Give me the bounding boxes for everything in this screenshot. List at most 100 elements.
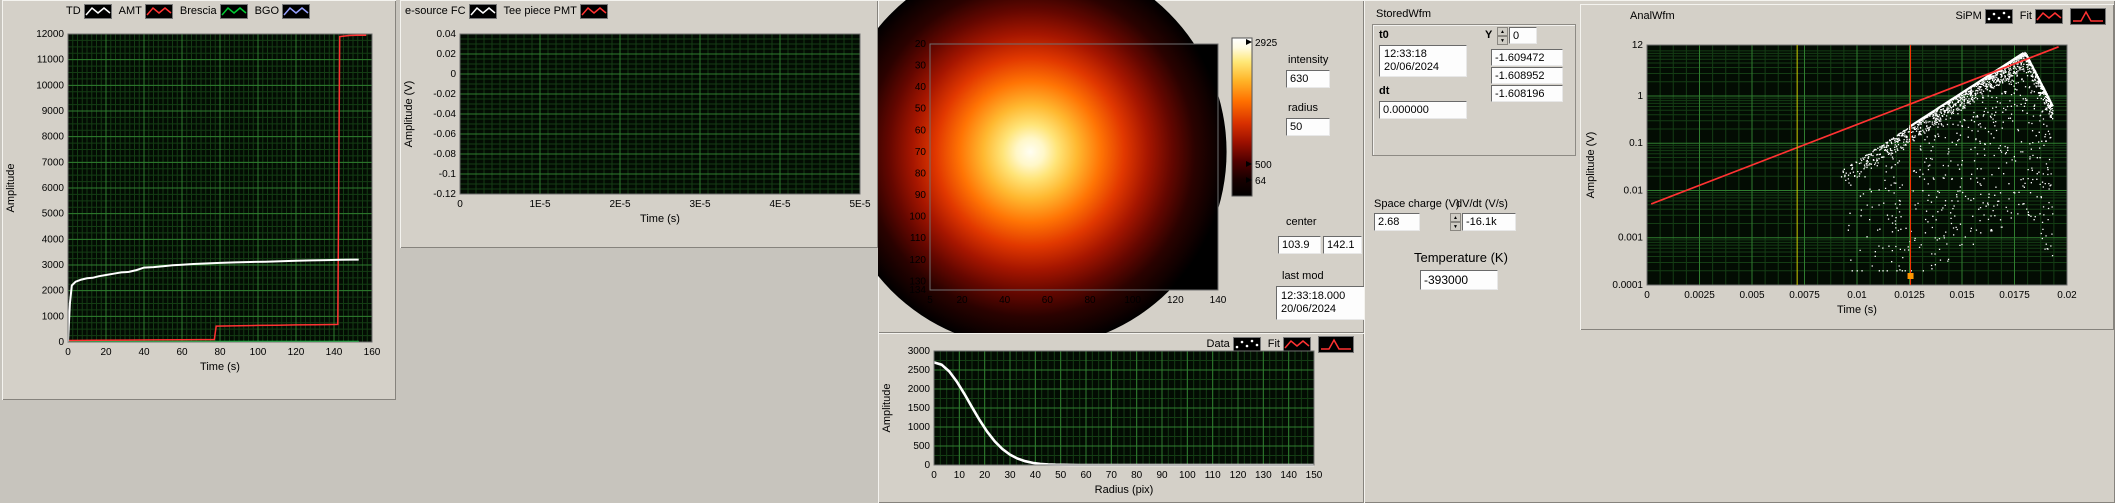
svg-text:4000: 4000: [42, 234, 65, 245]
y-axis-label: Amplitude (V): [403, 81, 415, 148]
legend-item-sipm[interactable]: SiPM: [1955, 8, 2013, 24]
svg-text:0.01: 0.01: [1624, 185, 1644, 196]
line-sample-icon: [282, 3, 311, 19]
legend-label: SiPM: [1955, 10, 1982, 22]
svg-text:0.0175: 0.0175: [1999, 290, 2030, 301]
svg-text:0: 0: [924, 460, 930, 471]
x-axis-label: Time (s): [200, 361, 240, 373]
legend-item-amt[interactable]: AMT: [119, 3, 173, 19]
analwfm-chart[interactable]: 0.0001 0.001 0.01 0.1 1 12 0 0.0025 0.005 0.0075 0…: [1580, 4, 2114, 330]
intensity-input[interactable]: 630: [1286, 70, 1330, 88]
color-scale[interactable]: [1231, 37, 1253, 197]
temperature-input[interactable]: -393000: [1420, 270, 1498, 290]
y-index-input[interactable]: 0: [1509, 27, 1537, 44]
intensity-graph[interactable]: 20304050607080901001101201301345 20 40 60 80…: [878, 0, 1364, 333]
svg-text:90: 90: [1156, 470, 1168, 481]
spinner-down-icon[interactable]: ▼: [1450, 222, 1461, 231]
legend-label: Tee piece PMT: [503, 5, 577, 17]
svg-text:0.01: 0.01: [1847, 290, 1867, 301]
graph-palette-icon[interactable]: [2070, 7, 2106, 25]
svg-text:40: 40: [999, 295, 1011, 306]
svg-text:1: 1: [1637, 91, 1643, 102]
x-axis-label: Time (s): [1837, 304, 1877, 316]
svg-text:20: 20: [956, 295, 968, 306]
center-y-input[interactable]: 142.1: [1323, 236, 1362, 254]
svg-text:0: 0: [58, 337, 64, 348]
pmt-chart-legend: e-source FC Tee piece PMT: [405, 3, 608, 19]
svg-text:80: 80: [915, 168, 927, 179]
legend-item-brescia[interactable]: Brescia: [179, 3, 248, 19]
svg-text:0.1: 0.1: [1629, 138, 1643, 149]
svg-text:140: 140: [326, 347, 343, 358]
svg-text:0.04: 0.04: [437, 29, 457, 40]
svg-text:12000: 12000: [36, 29, 64, 40]
svg-text:40: 40: [915, 82, 927, 93]
svg-text:2E-5: 2E-5: [609, 199, 631, 210]
analwfm-legend: SiPM Fit: [1955, 7, 2106, 25]
svg-text:20: 20: [100, 347, 112, 358]
svg-text:11000: 11000: [37, 55, 65, 66]
legend-item-bgo[interactable]: BGO: [254, 3, 311, 19]
svg-text:80: 80: [1084, 295, 1096, 306]
spinner-up-icon[interactable]: ▲: [1450, 213, 1461, 222]
svg-text:64: 64: [1255, 176, 1267, 187]
svg-text:5E-5: 5E-5: [849, 199, 871, 210]
svg-text:0: 0: [931, 470, 937, 481]
radius-label: radius: [1288, 102, 1318, 114]
svg-text:150: 150: [1306, 470, 1323, 481]
dvdt-spinner[interactable]: ▲ ▼: [1450, 213, 1461, 231]
legend-item-tee-piece-pmt[interactable]: Tee piece PMT: [503, 3, 608, 19]
last-mod-label: last mod: [1282, 270, 1324, 282]
labview-front-panel: TD AMT Brescia BGO 0 1000 2000 3000 4000 5000 600…: [0, 0, 2115, 503]
svg-text:50: 50: [1055, 470, 1067, 481]
legend-item-td[interactable]: TD: [66, 3, 112, 19]
svg-text:0: 0: [65, 347, 71, 358]
svg-text:8000: 8000: [42, 132, 65, 143]
svg-text:0.0075: 0.0075: [1789, 290, 1820, 301]
svg-text:60: 60: [1080, 470, 1092, 481]
legend-item-fit[interactable]: Fit: [2020, 8, 2063, 24]
legend-item-e-source-fc[interactable]: e-source FC: [405, 3, 497, 19]
center-x-input[interactable]: 103.9: [1278, 236, 1321, 254]
dvdt-label: dV/dt (V/s): [1456, 198, 1508, 210]
pmt-chart[interactable]: -0.12 -0.1 -0.08 -0.06 -0.04 -0.02 0 0.02 0.04 0 1…: [400, 20, 878, 246]
svg-text:12: 12: [1632, 40, 1644, 51]
svg-text:5: 5: [927, 295, 933, 306]
spinner-up-icon[interactable]: ▲: [1497, 27, 1508, 36]
dvdt-input[interactable]: -16.1k: [1462, 213, 1516, 231]
legend-label: Brescia: [179, 5, 217, 17]
space-charge-input[interactable]: 2.68: [1374, 213, 1420, 231]
pmt-chart-panel: e-source FC Tee piece PMT -0.12 -0.1 -0.08-…: [400, 0, 878, 248]
spinner-down-icon[interactable]: ▼: [1497, 36, 1508, 45]
radial-profile-chart[interactable]: 0 500 1000 1500 2000 2500 3000 0 10 20 30 40 50 60 70 8…: [878, 333, 1364, 503]
svg-text:80: 80: [214, 347, 226, 358]
radius-input[interactable]: 50: [1286, 118, 1330, 136]
svg-text:50: 50: [915, 104, 927, 115]
svg-text:100: 100: [250, 347, 267, 358]
analwfm-graph-panel: 0.0001 0.001 0.01 0.1 1 12 0 0.0025 0.005 0.0075 0…: [1580, 4, 2114, 330]
strip-chart[interactable]: 0100020003000400050006000700080009000100…: [2, 20, 396, 398]
svg-text:10: 10: [954, 470, 966, 481]
svg-text:1500: 1500: [908, 403, 931, 414]
svg-text:2000: 2000: [42, 286, 65, 297]
svg-text:1000: 1000: [42, 311, 65, 322]
svg-text:0.001: 0.001: [1618, 233, 1643, 244]
strip-chart-legend: TD AMT Brescia BGO: [66, 3, 311, 19]
legend-label: BGO: [254, 5, 280, 17]
t0-time: 12:33:18: [1384, 48, 1427, 60]
svg-text:3000: 3000: [908, 346, 931, 357]
svg-text:30: 30: [1004, 470, 1016, 481]
svg-text:70: 70: [915, 147, 927, 158]
cursor-marker[interactable]: [1907, 273, 1914, 279]
svg-text:0: 0: [450, 69, 456, 80]
center-label: center: [1286, 216, 1317, 228]
svg-text:40: 40: [138, 347, 150, 358]
svg-text:3E-5: 3E-5: [689, 199, 711, 210]
last-mod-time: 12:33:18.000: [1281, 290, 1346, 302]
last-mod-date: 20/06/2024: [1281, 303, 1337, 315]
svg-text:6000: 6000: [42, 183, 65, 194]
svg-text:0: 0: [1644, 290, 1650, 301]
y-index-spinner[interactable]: ▲ ▼: [1497, 27, 1508, 45]
y-value-1: -1.608952: [1491, 67, 1563, 84]
svg-text:0.015: 0.015: [1949, 290, 1974, 301]
